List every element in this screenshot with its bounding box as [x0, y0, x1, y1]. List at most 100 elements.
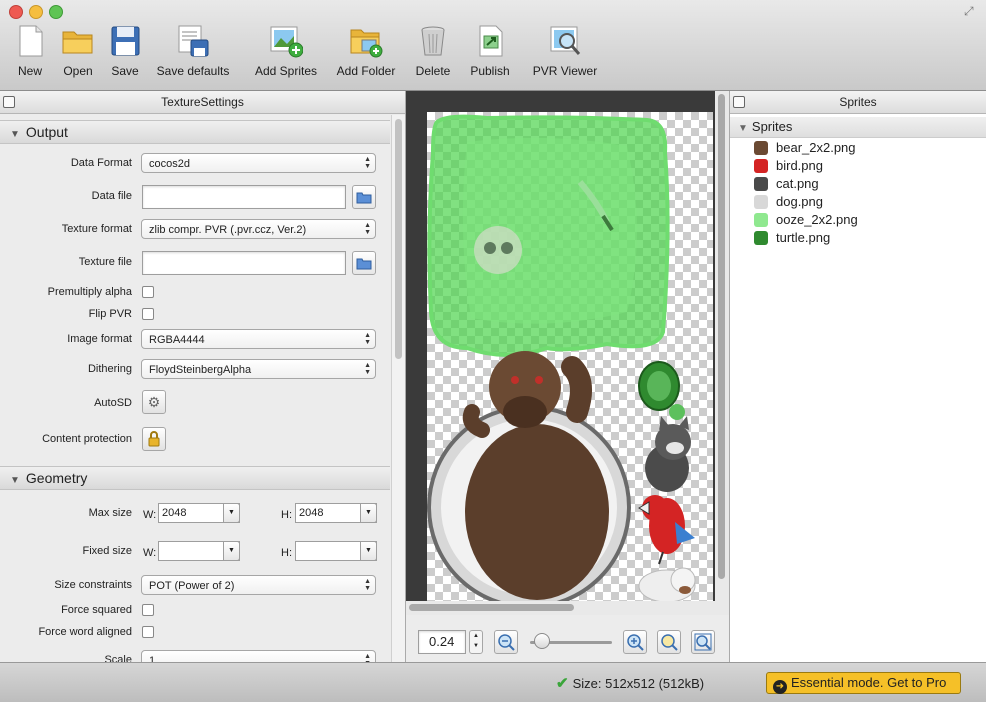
- pvr-viewer-button[interactable]: PVR Viewer: [532, 24, 598, 78]
- image-format-select[interactable]: RGBA4444 ▲ ▼: [141, 329, 376, 349]
- preview-vertical-thumb[interactable]: [718, 94, 725, 579]
- size-constraints-value: POT (Power of 2): [149, 580, 235, 592]
- max-height-combo[interactable]: 2048 ▼: [295, 503, 377, 523]
- fixed-height-combo[interactable]: ▼: [295, 541, 377, 561]
- settings-scrollbar[interactable]: [391, 115, 405, 662]
- force-squared-checkbox[interactable]: [142, 604, 154, 616]
- trash-can-icon: [416, 24, 450, 58]
- texture-format-row: Texture format zlib compr. PVR (.pvr.ccz…: [0, 218, 390, 242]
- status-bar: ✔ Size: 512x512 (512kB) ➜ Essential mode. …: [0, 662, 986, 702]
- dithering-select[interactable]: FloydSteinbergAlpha ▲ ▼: [141, 359, 376, 379]
- bird-sprite: [638, 495, 695, 565]
- pro-text: Essential mode. Get to Pro: [791, 675, 947, 690]
- texture-settings-title: TextureSettings: [161, 95, 244, 109]
- preview-horizontal-thumb[interactable]: [409, 604, 574, 611]
- zoom-input[interactable]: 0.24: [418, 630, 466, 654]
- fullscreen-icon[interactable]: ⤢: [964, 4, 978, 18]
- combo-arrow-icon[interactable]: ▼: [223, 541, 240, 561]
- zoom-fit-button[interactable]: [691, 630, 715, 654]
- preview-canvas[interactable]: [406, 91, 729, 615]
- sprite-thumbnail-icon: [754, 177, 768, 191]
- content-protection-button[interactable]: [142, 427, 166, 451]
- delete-button[interactable]: Delete: [414, 24, 452, 78]
- save-button[interactable]: Save: [108, 24, 142, 78]
- preview-vertical-scrollbar[interactable]: [715, 91, 729, 615]
- close-window-button[interactable]: [9, 5, 23, 19]
- zoom-slider-knob[interactable]: [534, 633, 551, 649]
- dithering-value: FloydSteinbergAlpha: [149, 364, 252, 376]
- data-file-browse-button[interactable]: [352, 185, 376, 209]
- geometry-section-header[interactable]: ▼ Geometry: [0, 466, 390, 490]
- scale-row: Scale 1 ▲▼: [0, 649, 390, 662]
- save-defaults-button[interactable]: Save defaults: [156, 24, 230, 78]
- zoom-stepper[interactable]: ▲ ▼: [469, 630, 483, 654]
- sprite-sheet-image: [427, 114, 696, 609]
- get-pro-button[interactable]: ➜ Essential mode. Get to Pro: [766, 672, 961, 694]
- max-width-label: W:: [143, 509, 157, 521]
- geometry-section-title: Geometry: [25, 470, 88, 486]
- force-word-aligned-label: Force word aligned: [38, 626, 132, 638]
- force-word-aligned-checkbox[interactable]: [142, 626, 154, 638]
- select-arrows-icon: ▲▼: [364, 362, 371, 376]
- output-section-header[interactable]: ▼ Output: [0, 120, 390, 144]
- disclosure-triangle-icon: ▼: [10, 475, 20, 486]
- window-toolbar: ⤢ New Open Save Save defaults Add Sprite…: [0, 0, 986, 91]
- new-button[interactable]: New: [12, 24, 48, 78]
- zoom-actual-button[interactable]: [657, 630, 681, 654]
- max-width-combo[interactable]: 2048 ▼: [158, 503, 240, 523]
- new-document-icon: [13, 24, 47, 58]
- fixed-width-combo[interactable]: ▼: [158, 541, 240, 561]
- combo-arrow-icon[interactable]: ▼: [360, 541, 377, 561]
- add-folder-button[interactable]: Add Folder: [335, 24, 397, 78]
- sprite-name: cat.png: [776, 176, 819, 191]
- sprite-thumbnail-icon: [754, 141, 768, 155]
- sprites-panel: Sprites ▼ Sprites bear_2x2.png bird.png cat…: [730, 91, 986, 662]
- texture-format-value: zlib compr. PVR (.pvr.ccz, Ver.2): [149, 224, 307, 236]
- zoom-window-button[interactable]: [49, 5, 63, 19]
- sprite-name: turtle.png: [776, 230, 831, 245]
- arrow-circle-icon: ➜: [773, 680, 787, 694]
- save-label: Save: [111, 64, 139, 78]
- scale-select[interactable]: 1 ▲▼: [141, 650, 376, 662]
- texture-format-select[interactable]: zlib compr. PVR (.pvr.ccz, Ver.2) ▲ ▼: [141, 219, 376, 239]
- dithering-label: Dithering: [87, 363, 132, 375]
- disclosure-triangle-icon: ▼: [738, 123, 748, 134]
- data-file-input[interactable]: [142, 185, 346, 209]
- texture-file-browse-button[interactable]: [352, 251, 376, 275]
- cat-sprite: [645, 416, 691, 492]
- publish-button[interactable]: Publish: [468, 24, 512, 78]
- fixed-height-label: H:: [281, 547, 292, 559]
- combo-arrow-icon[interactable]: ▼: [360, 503, 377, 523]
- minimize-window-button[interactable]: [29, 5, 43, 19]
- zoom-toolbar: 0.24 ▲ ▼: [406, 626, 729, 656]
- flip-pvr-checkbox[interactable]: [142, 308, 154, 320]
- panel-detach-icon[interactable]: [733, 96, 745, 108]
- gear-icon: ⚙: [147, 394, 161, 410]
- autosd-button[interactable]: ⚙: [142, 390, 166, 414]
- zoom-out-icon: [498, 634, 515, 651]
- sprites-tree-root[interactable]: ▼ Sprites: [730, 117, 986, 138]
- premultiply-alpha-row: Premultiply alpha: [0, 283, 390, 307]
- settings-scrollbar-thumb[interactable]: [395, 119, 402, 359]
- size-constraints-select[interactable]: POT (Power of 2) ▲ ▼: [141, 575, 376, 595]
- pvr-viewer-icon: [548, 24, 582, 58]
- premultiply-alpha-checkbox[interactable]: [142, 286, 154, 298]
- open-button[interactable]: Open: [59, 24, 97, 78]
- texture-file-input[interactable]: [142, 251, 346, 275]
- sprites-header: Sprites: [730, 91, 986, 114]
- ooze-sprite: [427, 114, 670, 357]
- sprite-sheet-preview[interactable]: [427, 112, 713, 610]
- combo-arrow-icon[interactable]: ▼: [223, 503, 240, 523]
- lock-icon: [148, 431, 160, 447]
- add-sprites-button[interactable]: Add Sprites: [253, 24, 319, 78]
- zoom-in-button[interactable]: [623, 630, 647, 654]
- preview-horizontal-scrollbar[interactable]: [406, 601, 715, 615]
- sprites-root-label: Sprites: [751, 119, 793, 134]
- data-format-select[interactable]: cocos2d ▲ ▼: [141, 153, 376, 173]
- panel-detach-icon[interactable]: [3, 96, 15, 108]
- delete-label: Delete: [415, 64, 451, 78]
- zoom-out-button[interactable]: [494, 630, 518, 654]
- flip-pvr-label: Flip PVR: [88, 308, 132, 320]
- checkmark-icon: ✔: [556, 675, 569, 692]
- sprite-name: bear_2x2.png: [776, 140, 856, 155]
